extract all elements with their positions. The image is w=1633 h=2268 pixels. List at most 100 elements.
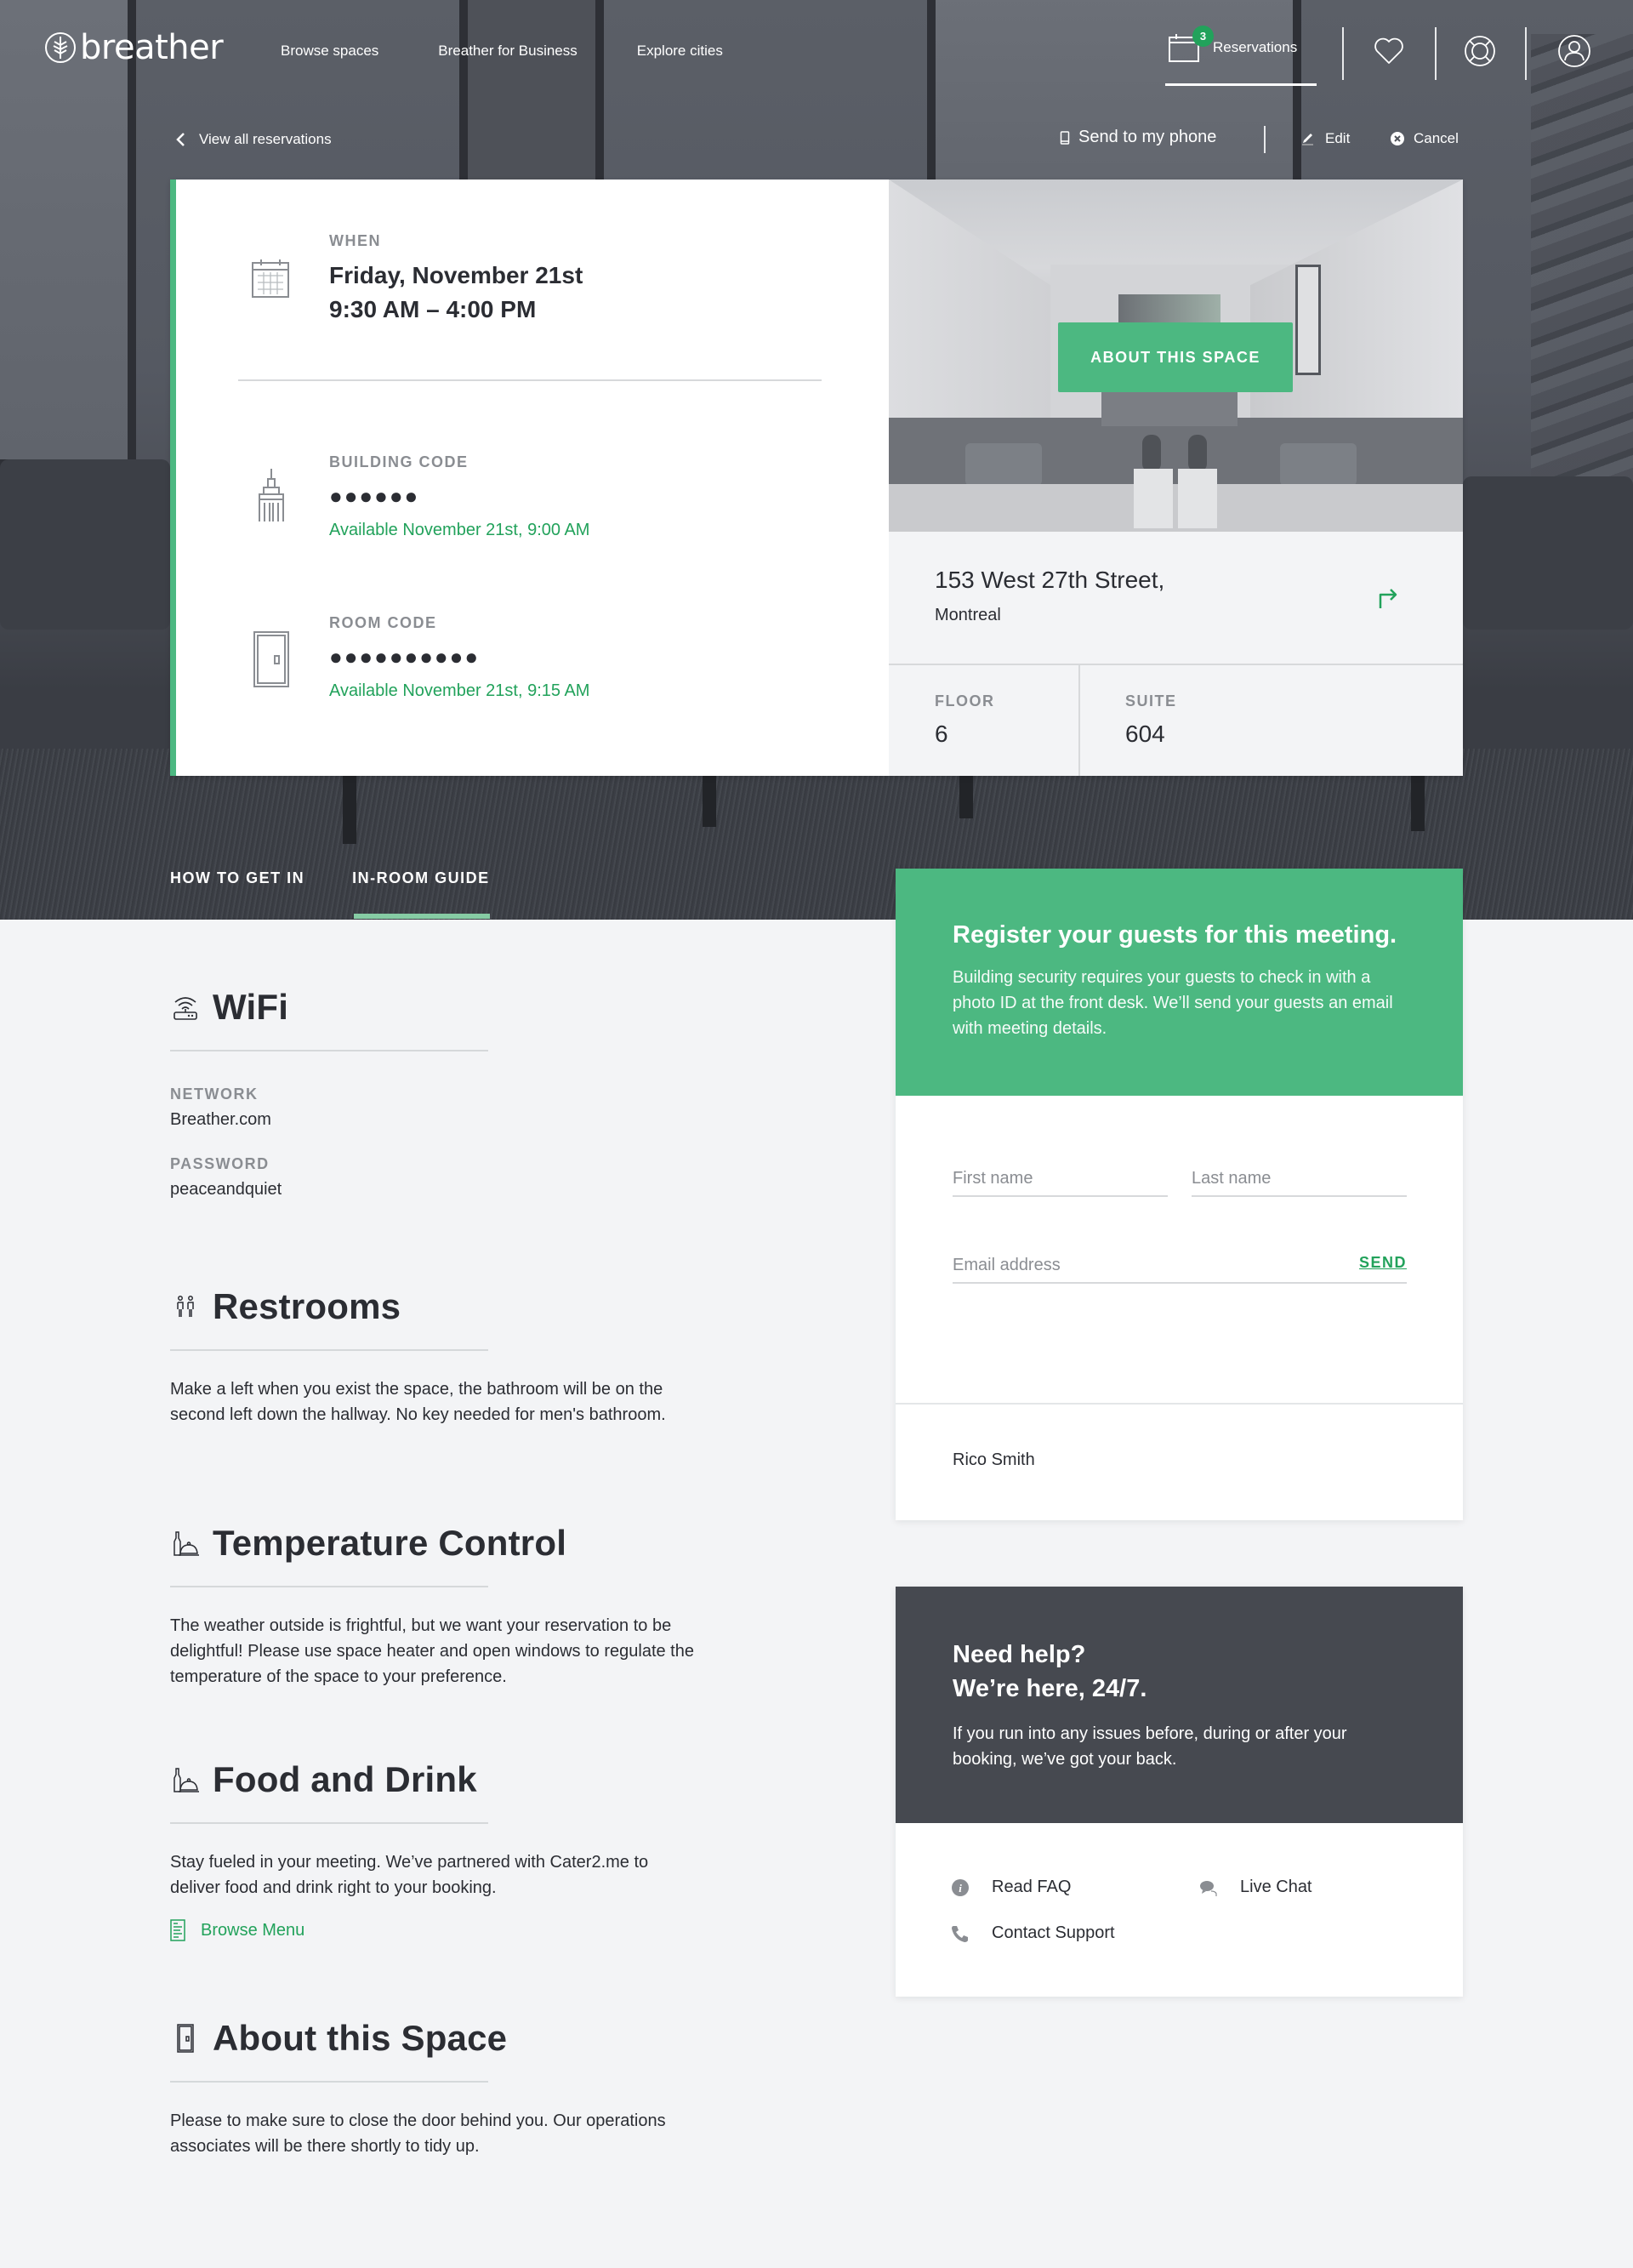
guest-email-row: SEND <box>953 1254 1407 1284</box>
breather-tree-icon <box>45 32 76 63</box>
active-nav-underline <box>1165 83 1317 86</box>
section-divider <box>170 1822 488 1824</box>
back-link-label: View all reservations <box>199 131 332 147</box>
background-sofa <box>1463 476 1633 630</box>
chevron-left-icon <box>176 133 185 146</box>
divider <box>896 1403 1463 1405</box>
last-name-input[interactable] <box>1192 1169 1407 1197</box>
photo-chair <box>1280 443 1357 486</box>
temperature-title: Temperature Control <box>213 1523 567 1563</box>
chair-leg <box>703 776 716 827</box>
info-icon: i <box>952 1878 969 1896</box>
guest-list-item: Rico Smith <box>953 1450 1035 1469</box>
building-code-value: ●●●●●● <box>329 483 420 509</box>
section-divider <box>170 1349 488 1351</box>
close-circle-icon <box>1391 132 1404 145</box>
room-code-availability: Available November 21st, 9:15 AM <box>329 681 590 700</box>
building-code-availability: Available November 21st, 9:00 AM <box>329 521 590 539</box>
when-block: WHEN Friday, November 21st 9:30 AM – 4:0… <box>329 232 583 327</box>
read-faq-label: Read FAQ <box>992 1878 1072 1896</box>
restrooms-description: Make a left when you exist the space, th… <box>170 1380 666 1424</box>
section-divider <box>170 2081 488 2083</box>
reservations-count-badge: 3 <box>1192 26 1214 47</box>
address-block: 153 West 27th Street, Montreal <box>935 567 1164 625</box>
register-guests-description: Building security requires your guests t… <box>953 968 1393 1038</box>
photo-plant <box>1142 435 1161 472</box>
user-icon[interactable] <box>1557 34 1591 68</box>
nav-browse-spaces[interactable]: Browse spaces <box>281 43 378 60</box>
temperature-description: The weather outside is frightful, but we… <box>170 1616 694 1686</box>
email-input[interactable] <box>953 1256 1407 1284</box>
about-space-title: About this Space <box>213 2018 508 2058</box>
building-code-label: BUILDING CODE <box>329 453 469 470</box>
address-city: Montreal <box>935 606 1001 624</box>
photo-chair <box>965 443 1042 486</box>
network-label: NETWORK <box>170 1086 259 1103</box>
room-code-block: ROOM CODE ●●●●●●●●●● Available November … <box>329 614 589 701</box>
wifi-router-icon <box>174 997 197 1020</box>
reservation-date: Friday, November 21st <box>329 262 583 288</box>
nav-divider <box>1342 27 1344 80</box>
browse-menu-label: Browse Menu <box>201 1920 305 1940</box>
restroom-icon <box>177 1296 194 1317</box>
breather-logo[interactable]: breather <box>44 28 224 67</box>
calendar-icon <box>252 259 289 298</box>
view-all-reservations-link[interactable]: View all reservations <box>175 131 332 148</box>
password-value: peaceandquiet <box>170 1180 282 1199</box>
section-divider <box>170 1050 488 1051</box>
network-value: Breather.com <box>170 1110 271 1129</box>
photo-table <box>889 484 1463 532</box>
contact-support-link[interactable]: Contact Support <box>951 1923 1115 1943</box>
space-details-panel: ABOUT THIS SPACE 153 West 27th Street, M… <box>889 180 1463 776</box>
primary-nav: Browse spaces Breather for Business Expl… <box>281 43 723 60</box>
reservations-button[interactable]: Reservations <box>1169 32 1297 63</box>
photo-sofa <box>1101 392 1238 426</box>
send-to-phone-label: Send to my phone <box>1078 128 1217 146</box>
first-name-input[interactable] <box>953 1169 1168 1197</box>
about-space-description: Please to make sure to close the door be… <box>170 2111 666 2156</box>
browse-menu-link[interactable]: Browse Menu <box>170 1919 714 1941</box>
phone-icon <box>952 1925 968 1942</box>
edit-reservation-button[interactable]: Edit <box>1301 130 1350 147</box>
floor-label: FLOOR <box>935 692 995 709</box>
wifi-section: WiFi NETWORK Breather.com PASSWORD peace… <box>170 987 714 1200</box>
cancel-reservation-button[interactable]: Cancel <box>1390 130 1459 147</box>
help-panel: Need help? We’re here, 24/7. If you run … <box>896 1587 1463 1997</box>
help-header: Need help? We’re here, 24/7. If you run … <box>896 1587 1463 1823</box>
chair-leg <box>959 776 973 818</box>
phone-device-icon <box>1060 130 1070 145</box>
edit-label: Edit <box>1325 130 1351 146</box>
food-drink-icon <box>174 1768 199 1792</box>
photo-window <box>1295 265 1321 375</box>
suite-block: SUITE 604 <box>1125 692 1177 748</box>
nav-breather-for-business[interactable]: Breather for Business <box>438 43 577 60</box>
lifebuoy-icon[interactable] <box>1463 34 1497 68</box>
help-title-line1: Need help? <box>953 1641 1086 1668</box>
send-to-phone-button[interactable]: Send to my phone <box>1060 128 1216 147</box>
nav-divider <box>1525 27 1527 80</box>
chair-leg <box>1411 776 1425 831</box>
reservations-label: Reservations <box>1213 39 1298 55</box>
food-drink-title: Food and Drink <box>213 1759 477 1799</box>
section-divider <box>170 1586 488 1587</box>
chat-icon <box>1200 1880 1217 1896</box>
tab-in-room-guide[interactable]: IN-ROOM GUIDE <box>352 869 490 919</box>
tab-how-to-get-in[interactable]: HOW TO GET IN <box>170 869 304 919</box>
send-invite-button[interactable]: SEND <box>1359 1254 1407 1272</box>
address-street: 153 West 27th Street, <box>935 567 1165 593</box>
directions-arrow-icon[interactable] <box>1374 583 1403 612</box>
nav-explore-cities[interactable]: Explore cities <box>637 43 723 60</box>
read-faq-link[interactable]: i Read FAQ <box>951 1878 1071 1897</box>
live-chat-link[interactable]: Live Chat <box>1199 1878 1312 1897</box>
guide-tabs: HOW TO GET IN IN-ROOM GUIDE <box>170 869 490 919</box>
about-this-space-button[interactable]: ABOUT THIS SPACE <box>1058 322 1293 392</box>
door-icon <box>253 631 289 687</box>
logo-text: breather <box>80 28 224 67</box>
heart-icon[interactable] <box>1372 34 1406 68</box>
divider <box>889 664 1463 665</box>
building-code-block: BUILDING CODE ●●●●●● Available November … <box>329 453 589 540</box>
restrooms-section: Restrooms Make a left when you exist the… <box>170 1286 714 1427</box>
access-details-panel: WHEN Friday, November 21st 9:30 AM – 4:0… <box>170 180 889 776</box>
contact-support-label: Contact Support <box>992 1923 1115 1942</box>
divider <box>1078 664 1080 776</box>
